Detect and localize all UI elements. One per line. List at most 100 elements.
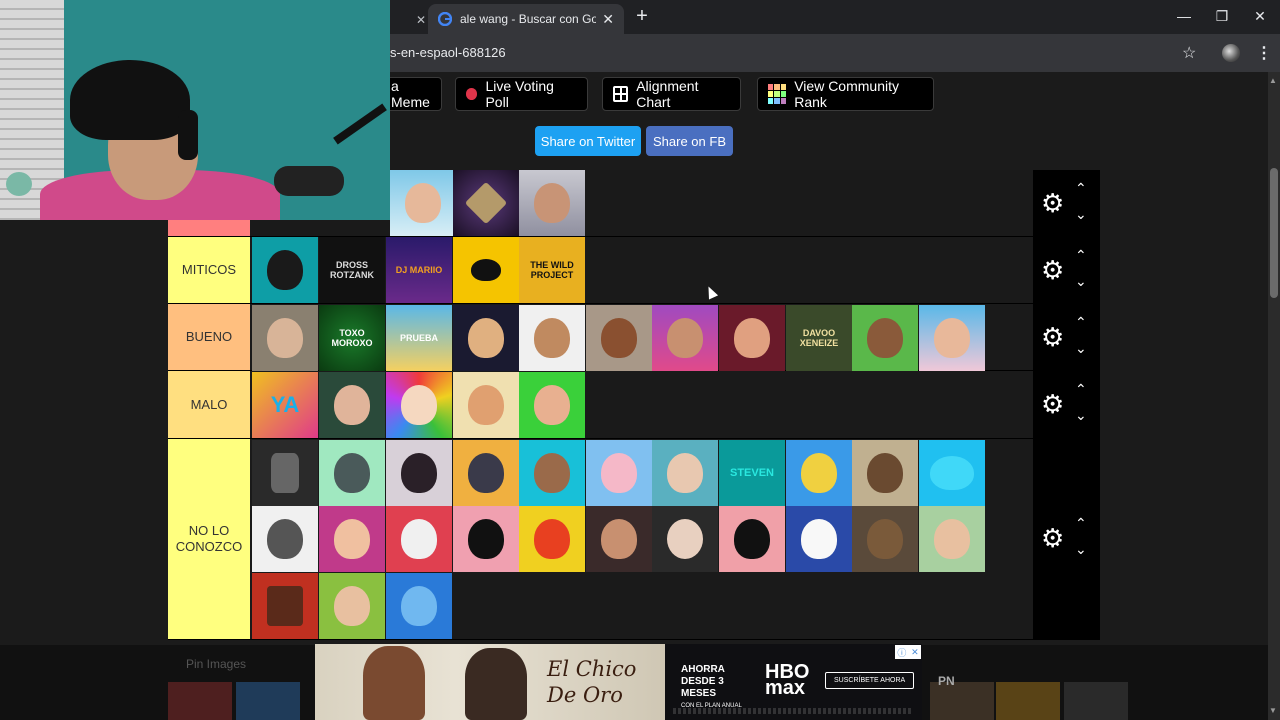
new-tab-button[interactable]: +	[632, 6, 652, 28]
tier-item[interactable]	[386, 506, 452, 572]
tier-item[interactable]	[252, 506, 318, 572]
ad-info-icon[interactable]: ⓘ	[897, 646, 906, 659]
tier-item[interactable]	[519, 506, 585, 572]
tier-item[interactable]	[652, 305, 718, 371]
tier-item[interactable]	[852, 440, 918, 506]
tier-label-no-lo-conozco[interactable]: NO LO CONOZCO	[168, 439, 250, 639]
pin-thumb[interactable]	[236, 682, 300, 720]
move-down-icon[interactable]: ⌄	[1075, 206, 1087, 223]
move-up-icon[interactable]: ⌃	[1075, 381, 1087, 398]
subscribe-button[interactable]: SUSCRÍBETE AHORA	[825, 672, 915, 689]
view-community-rank-button[interactable]: View Community Rank	[757, 77, 934, 111]
streamer-hair	[70, 60, 190, 140]
tier-item[interactable]: DROSS ROTZANK	[319, 237, 385, 303]
tier-item[interactable]	[319, 506, 385, 572]
url-field[interactable]: s-en-espaol-688126	[390, 45, 506, 60]
share-fb-button[interactable]: Share on FB	[646, 126, 733, 156]
gear-icon[interactable]: ⚙	[1041, 257, 1064, 283]
tier-item[interactable]	[652, 506, 718, 572]
bookmark-star-icon[interactable]: ☆	[1182, 43, 1196, 63]
tier-item[interactable]	[386, 440, 452, 506]
tier-item[interactable]	[252, 573, 318, 639]
active-tab[interactable]: ale wang - Buscar con Google ✕	[428, 4, 624, 34]
scroll-down-arrow[interactable]: ▼	[1269, 706, 1277, 715]
tier-item[interactable]	[453, 170, 519, 236]
tab-close-icon[interactable]: ✕	[602, 11, 614, 28]
tier-item[interactable]	[386, 372, 452, 438]
tier-item[interactable]	[319, 573, 385, 639]
tier-item[interactable]	[919, 506, 985, 572]
tier-item[interactable]	[586, 506, 652, 572]
tier-item[interactable]	[319, 372, 385, 438]
tier-item[interactable]	[852, 305, 918, 371]
tier-item[interactable]: STEVEN	[719, 440, 785, 506]
tier-item[interactable]	[519, 440, 585, 506]
tier-item[interactable]	[919, 305, 985, 371]
pin-thumb[interactable]	[996, 682, 1060, 720]
tier-item[interactable]	[453, 372, 519, 438]
share-twitter-button[interactable]: Share on Twitter	[535, 126, 641, 156]
pin-thumb[interactable]	[168, 682, 232, 720]
tier-item[interactable]	[519, 372, 585, 438]
scroll-up-arrow[interactable]: ▲	[1269, 76, 1277, 85]
profile-avatar[interactable]	[1222, 44, 1240, 62]
alignment-chart-button[interactable]: Alignment Chart	[602, 77, 741, 111]
move-down-icon[interactable]: ⌄	[1075, 407, 1087, 424]
tier-item[interactable]	[586, 440, 652, 506]
tier-item[interactable]: PRUEBA	[386, 305, 452, 371]
tier-item[interactable]	[453, 237, 519, 303]
tier-item[interactable]: YA	[252, 372, 318, 438]
move-down-icon[interactable]: ⌄	[1075, 273, 1087, 290]
ad-banner[interactable]: El Chico De Oro AHORRA DESDE 3 MESES CON…	[315, 644, 922, 720]
tier-item[interactable]	[852, 506, 918, 572]
tab-title: ale wang - Buscar con Google	[460, 12, 597, 26]
pin-thumb[interactable]	[1064, 682, 1128, 720]
ad-person	[363, 646, 425, 720]
tier-item[interactable]	[453, 506, 519, 572]
move-down-icon[interactable]: ⌄	[1075, 340, 1087, 357]
ad-close-icon[interactable]: ✕	[911, 647, 919, 658]
gear-icon[interactable]: ⚙	[1041, 391, 1064, 417]
ad-fine-print	[673, 708, 913, 714]
move-down-icon[interactable]: ⌄	[1075, 541, 1087, 558]
tier-item[interactable]	[719, 305, 785, 371]
tier-item[interactable]	[390, 170, 456, 236]
gear-icon[interactable]: ⚙	[1041, 324, 1064, 350]
tier-item[interactable]: THE WILD PROJECT	[519, 237, 585, 303]
live-voting-poll-button[interactable]: Live Voting Poll	[455, 77, 588, 111]
tier-item[interactable]	[786, 506, 852, 572]
tier-item[interactable]	[319, 440, 385, 506]
gear-icon[interactable]: ⚙	[1041, 525, 1064, 551]
tier-item[interactable]: DAVOO XENEIZE	[786, 305, 852, 371]
tier-label-miticos[interactable]: MITICOS	[168, 237, 250, 303]
tier-item[interactable]	[719, 506, 785, 572]
tier-item[interactable]	[919, 440, 985, 506]
tier-item[interactable]	[786, 440, 852, 506]
move-up-icon[interactable]: ⌃	[1075, 180, 1087, 197]
tier-item[interactable]	[252, 440, 318, 506]
tier-item[interactable]	[252, 305, 318, 371]
tier-item[interactable]	[252, 237, 318, 303]
move-up-icon[interactable]: ⌃	[1075, 314, 1087, 331]
tier-item[interactable]: TOXO MOROXO	[319, 305, 385, 371]
tier-item[interactable]	[519, 305, 585, 371]
gear-icon[interactable]: ⚙	[1041, 190, 1064, 216]
browser-menu-icon[interactable]: ⋮	[1256, 43, 1272, 63]
scrollbar-thumb[interactable]	[1270, 168, 1278, 298]
restore-button[interactable]: ❐	[1212, 8, 1232, 25]
tier-item[interactable]	[453, 440, 519, 506]
tier-item[interactable]	[386, 573, 452, 639]
ad-choices-close[interactable]: ⓘ ✕	[895, 645, 921, 659]
tier-item[interactable]	[586, 305, 652, 371]
tier-item[interactable]	[652, 440, 718, 506]
move-up-icon[interactable]: ⌃	[1075, 247, 1087, 264]
tier-item[interactable]: DJ MARIIO	[386, 237, 452, 303]
tier-label-bueno[interactable]: BUENO	[168, 304, 250, 370]
tier-item[interactable]	[453, 305, 519, 371]
tier-item[interactable]	[519, 170, 585, 236]
tier-label-malo[interactable]: MALO	[168, 371, 250, 438]
close-window-button[interactable]: ✕	[1250, 8, 1270, 25]
minimize-button[interactable]: —	[1174, 8, 1194, 24]
previous-tab-close[interactable]: ✕	[390, 6, 426, 34]
move-up-icon[interactable]: ⌃	[1075, 515, 1087, 532]
